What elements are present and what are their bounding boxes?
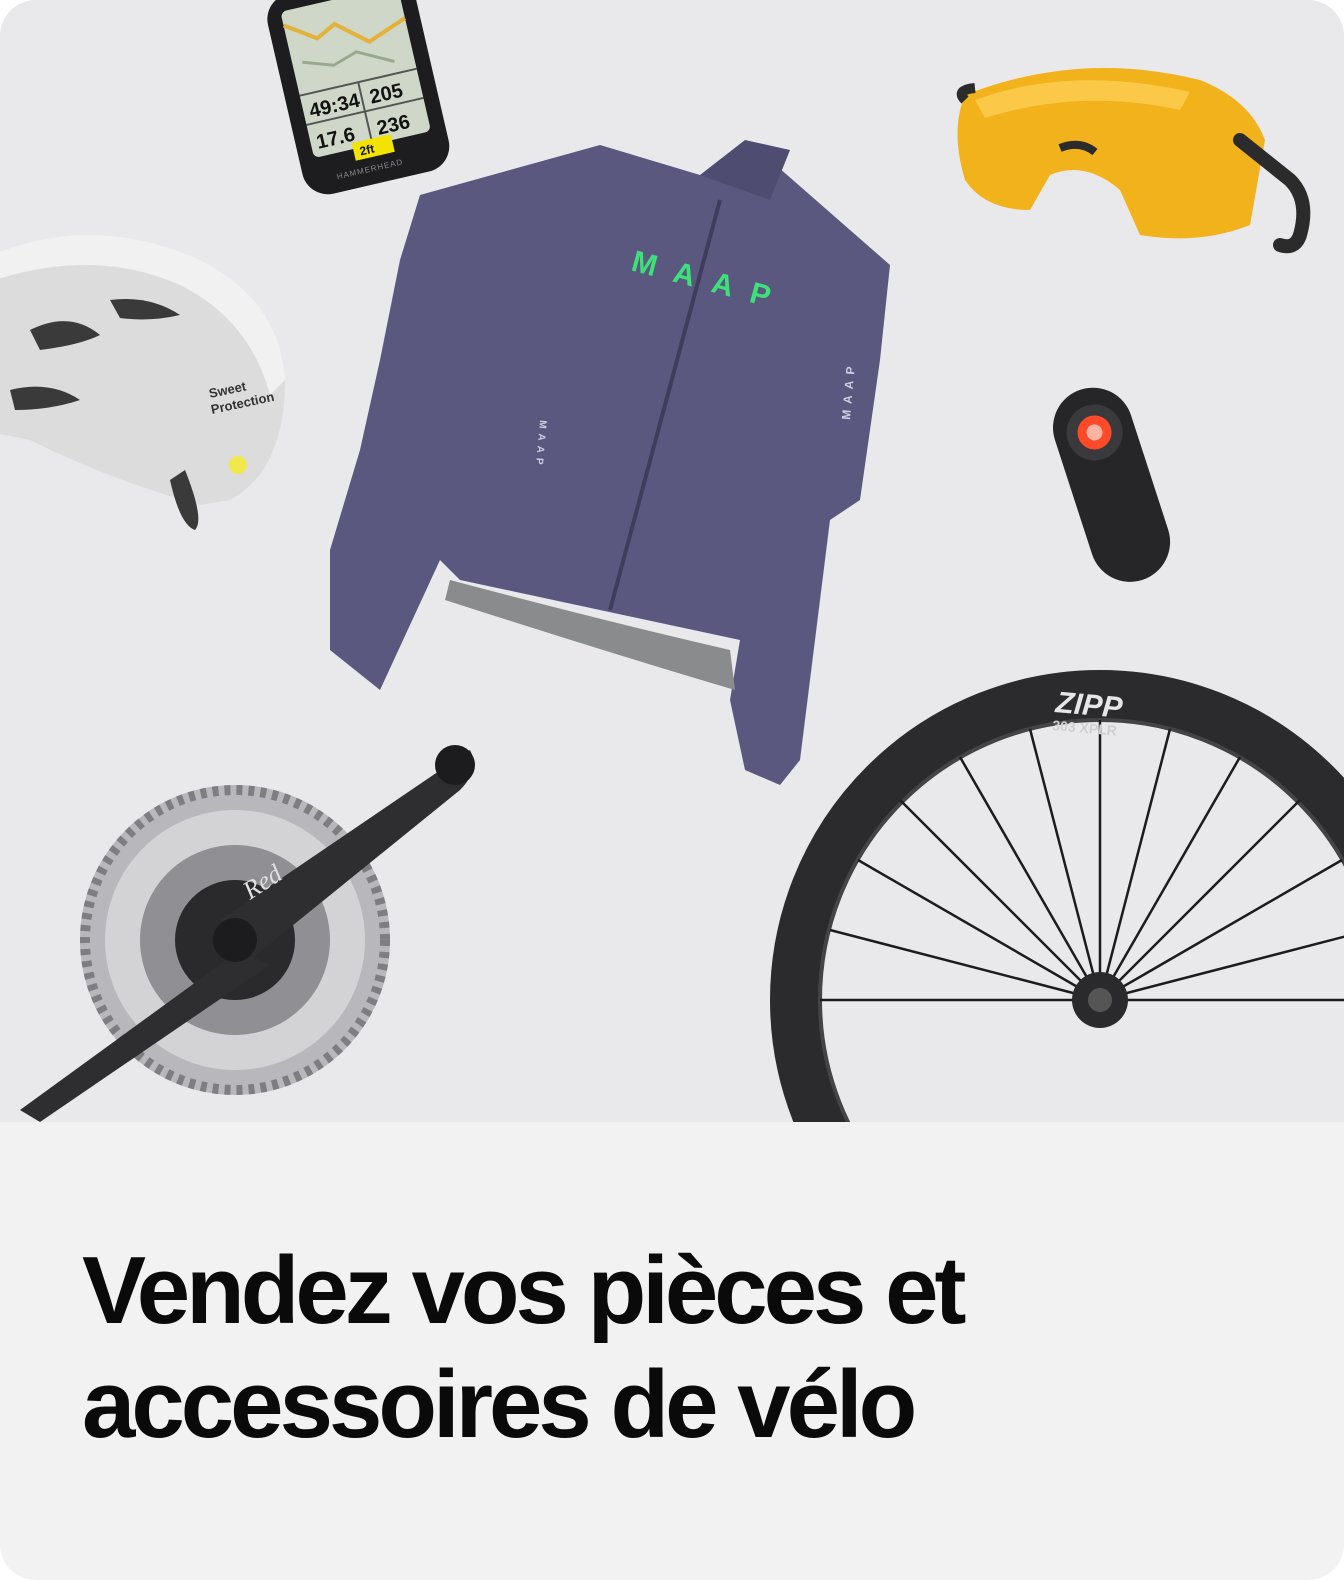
headline-line-1: Vendez vos pièces et: [82, 1237, 966, 1344]
products-hero-image: 49:34 205 17.6 236 2ft HAMMERHEAD Sweet …: [0, 0, 1344, 1122]
helmet-icon: Sweet Protection: [0, 235, 285, 530]
bike-computer-icon: 49:34 205 17.6 236 2ft HAMMERHEAD: [267, 0, 450, 195]
card-headline: Vendez vos pièces et accessoires de vélo: [82, 1234, 1232, 1462]
jacket-icon: MAAP MAAP MAAP: [330, 140, 890, 785]
card-caption: Vendez vos pièces et accessoires de vélo: [0, 1122, 1344, 1580]
sell-parts-card[interactable]: 49:34 205 17.6 236 2ft HAMMERHEAD Sweet …: [0, 0, 1344, 1580]
rear-light-icon: [1053, 387, 1171, 582]
wheel-icon: ZIPP 303 XPLR: [770, 670, 1344, 1122]
headline-line-2: accessoires de vélo: [82, 1351, 917, 1458]
products-collage: 49:34 205 17.6 236 2ft HAMMERHEAD Sweet …: [0, 0, 1344, 1122]
crankset-icon: Red: [20, 745, 475, 1122]
sunglasses-icon: [956, 68, 1311, 254]
